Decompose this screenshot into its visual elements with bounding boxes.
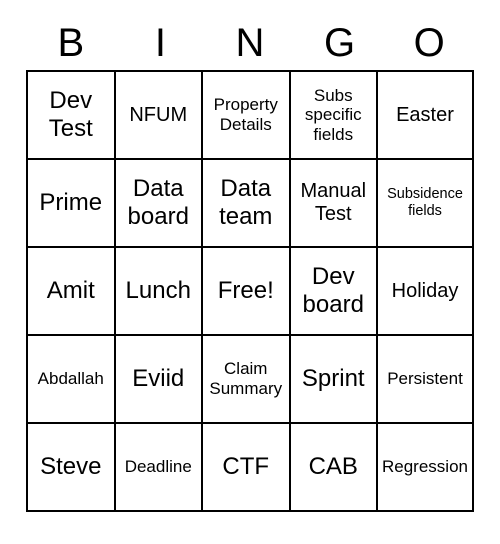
bingo-cell[interactable]: Persistent bbox=[377, 335, 473, 423]
bingo-cell[interactable]: Prime bbox=[27, 159, 115, 247]
bingo-cell[interactable]: Sprint bbox=[290, 335, 378, 423]
bingo-cell[interactable]: Lunch bbox=[115, 247, 203, 335]
bingo-cell[interactable]: Amit bbox=[27, 247, 115, 335]
bingo-cell[interactable]: Manual Test bbox=[290, 159, 378, 247]
bingo-cell[interactable]: Dev Test bbox=[27, 71, 115, 159]
bingo-cell[interactable]: Dev board bbox=[290, 247, 378, 335]
bingo-cell[interactable]: Eviid bbox=[115, 335, 203, 423]
header-n: N bbox=[205, 16, 295, 70]
bingo-cell[interactable]: NFUM bbox=[115, 71, 203, 159]
header-o: O bbox=[384, 16, 474, 70]
bingo-cell[interactable]: CTF bbox=[202, 423, 290, 511]
bingo-cell[interactable]: Free! bbox=[202, 247, 290, 335]
bingo-cell[interactable]: Abdallah bbox=[27, 335, 115, 423]
header-i: I bbox=[116, 16, 206, 70]
bingo-cell[interactable]: CAB bbox=[290, 423, 378, 511]
bingo-cell[interactable]: Data board bbox=[115, 159, 203, 247]
bingo-cell[interactable]: Steve bbox=[27, 423, 115, 511]
bingo-grid: Dev TestNFUMProperty DetailsSubs specifi… bbox=[26, 70, 474, 512]
bingo-cell[interactable]: Subsidence fields bbox=[377, 159, 473, 247]
bingo-cell[interactable]: Property Details bbox=[202, 71, 290, 159]
bingo-cell[interactable]: Holiday bbox=[377, 247, 473, 335]
bingo-cell[interactable]: Deadline bbox=[115, 423, 203, 511]
bingo-cell[interactable]: Data team bbox=[202, 159, 290, 247]
bingo-cell[interactable]: Claim Summary bbox=[202, 335, 290, 423]
header-b: B bbox=[26, 16, 116, 70]
bingo-header-row: B I N G O bbox=[26, 16, 474, 70]
header-g: G bbox=[295, 16, 385, 70]
bingo-cell[interactable]: Easter bbox=[377, 71, 473, 159]
bingo-card: B I N G O Dev TestNFUMProperty DetailsSu… bbox=[26, 16, 474, 512]
bingo-cell[interactable]: Subs specific fields bbox=[290, 71, 378, 159]
bingo-cell[interactable]: Regression bbox=[377, 423, 473, 511]
